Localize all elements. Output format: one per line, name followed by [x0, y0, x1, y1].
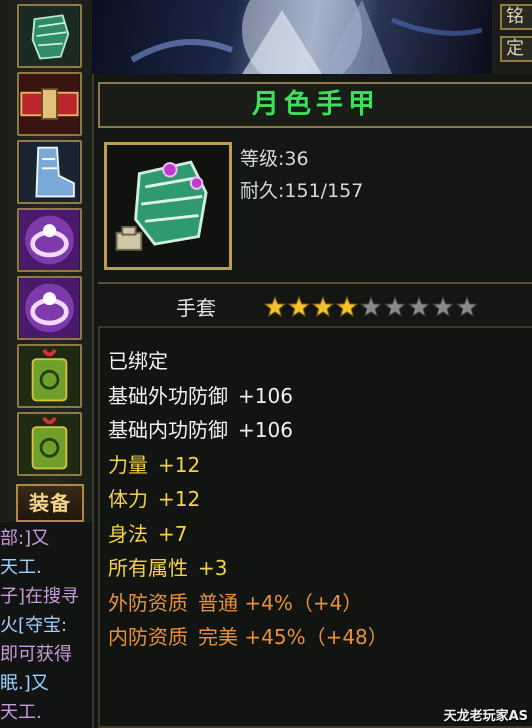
attribute-name: 外防资质 [108, 590, 188, 615]
item-tooltip: 月色手甲 等级:36 耐久:151/157 手套 已绑定 基础外功防御 +106 基础… [92, 74, 532, 728]
belt-icon [19, 74, 80, 134]
equip-slot-amulet-2[interactable] [17, 412, 82, 476]
gloves-icon [19, 6, 80, 66]
ring-icon [19, 210, 80, 270]
attribute-name: 基础外功防御 [108, 383, 228, 408]
attribute-value: +106 [238, 418, 293, 442]
attribute-value: 完美 +45%（+48） [198, 625, 388, 649]
star-empty-icon [456, 296, 478, 318]
level-value: 36 [284, 148, 309, 170]
equip-slot-boots[interactable] [17, 140, 82, 204]
chat-line: 天工. [0, 702, 42, 723]
equip-slot-gloves[interactable] [17, 4, 82, 68]
attribute-name: 身法 [108, 521, 148, 546]
chat-line: 火[夺宝: [0, 615, 68, 636]
amulet-icon [19, 414, 80, 474]
attribute-name: 内防资质 [108, 625, 188, 649]
attribute-row: 外防资质 普通 +4%（+4） [108, 588, 362, 618]
chat-line: 即可获得 [0, 644, 72, 665]
attribute-row: 基础内功防御 +106 [108, 415, 293, 445]
star-filled-icon [336, 296, 358, 318]
chat-line: 眠.]又 [0, 673, 49, 694]
gauntlet-icon [107, 145, 229, 267]
character-art-image [130, 0, 483, 74]
item-type-row: 手套 [94, 288, 532, 326]
attribute-name: 基础内功防御 [108, 418, 228, 442]
watermark: 天龙老玩家AS [443, 709, 528, 724]
attribute-name: 力量 [108, 452, 148, 477]
ring-icon [19, 278, 80, 338]
item-name-bar: 月色手甲 [98, 82, 532, 128]
attribute-name: 已绑定 [108, 349, 168, 373]
attribute-row: 基础外功防御 +106 [108, 381, 293, 411]
attribute-row: 内防资质 完美 +45%（+48） [108, 622, 388, 652]
durability-value: 151/157 [284, 180, 364, 202]
right-button-2[interactable]: 定 [500, 36, 532, 62]
attribute-row: 已绑定 [108, 346, 168, 376]
equip-slot-ring-1[interactable] [17, 208, 82, 272]
attribute-value: +106 [238, 383, 293, 408]
item-type: 手套 [176, 296, 216, 320]
attribute-name: 体力 [108, 487, 148, 511]
star-empty-icon [384, 296, 406, 318]
character-portrait-art [92, 0, 492, 74]
attribute-name: 所有属性 [108, 556, 188, 580]
chat-line: 部:]又 [0, 528, 50, 549]
durability-label: 耐久: [240, 180, 285, 202]
right-button-strip: 铭 定 [492, 0, 532, 74]
star-filled-icon [312, 296, 334, 318]
level-label: 等级: [240, 148, 285, 170]
chat-line: 天工. [0, 557, 42, 578]
attribute-row: 体力 +12 [108, 484, 200, 514]
item-name: 月色手甲 [252, 89, 380, 120]
attribute-value: +7 [158, 521, 188, 546]
attribute-row: 所有属性 +3 [108, 553, 227, 583]
item-level: 等级:36 [240, 144, 309, 171]
star-empty-icon [360, 296, 382, 318]
equip-slot-belt[interactable] [17, 72, 82, 136]
item-durability: 耐久:151/157 [240, 176, 363, 203]
equip-slot-amulet-1[interactable] [17, 344, 82, 408]
attribute-value: 普通 +4%（+4） [198, 590, 363, 615]
attribute-row: 力量 +12 [108, 450, 200, 480]
chat-log: 部:]又 天工. 子]在搜寻 火[夺宝: 即可获得 眠.]又 天工. [0, 522, 92, 728]
divider [98, 282, 532, 284]
attribute-row: 身法 +7 [108, 519, 187, 549]
star-empty-icon [432, 296, 454, 318]
equipment-sidebar: 装备 部:]又 天工. 子]在搜寻 火[夺宝: 即可获得 眠.]又 天工. [0, 0, 92, 728]
star-filled-icon [264, 296, 286, 318]
item-icon-frame [104, 142, 232, 270]
right-button-1[interactable]: 铭 [500, 4, 532, 30]
attribute-value: +3 [198, 556, 228, 580]
boots-icon [19, 142, 80, 202]
equip-slot-ring-2[interactable] [17, 276, 82, 340]
attribute-value: +12 [158, 452, 201, 477]
equipment-tab[interactable]: 装备 [16, 484, 84, 522]
star-empty-icon [408, 296, 430, 318]
amulet-icon [19, 346, 80, 406]
attribute-list: 已绑定基础外功防御 +106 基础内功防御 +106 力量 +12 体力 +12 身法 +7 所有属… [98, 326, 532, 728]
star-filled-icon [288, 296, 310, 318]
chat-line: 子]在搜寻 [0, 586, 80, 607]
attribute-value: +12 [158, 487, 201, 511]
